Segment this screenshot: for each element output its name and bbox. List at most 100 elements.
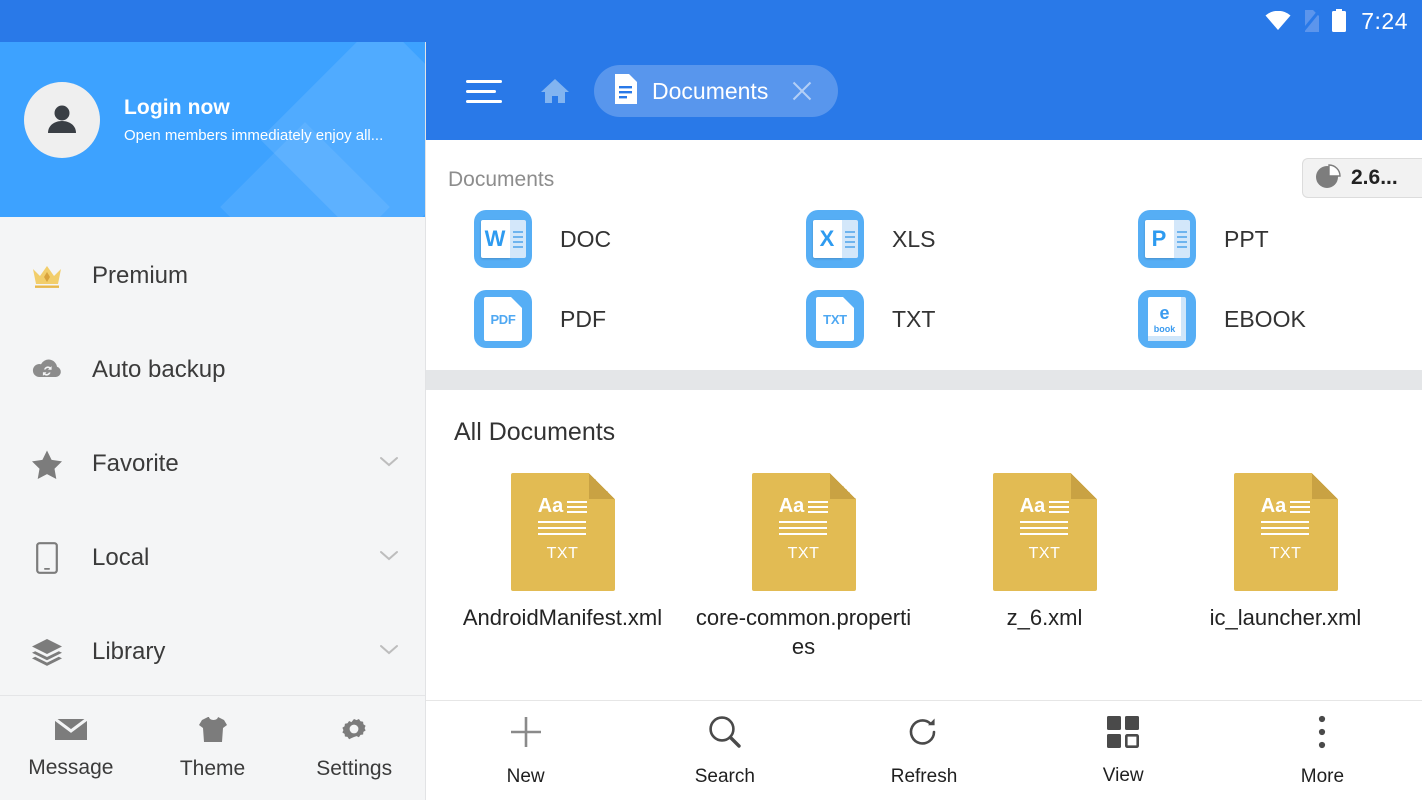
- drawer-menu-list: Premium Auto backup Favorite: [0, 217, 425, 699]
- pdf-icon: PDF: [474, 290, 532, 348]
- category-grid: W DOC X XLS P: [426, 192, 1422, 348]
- hamburger-icon[interactable]: [448, 80, 504, 103]
- txt-file-icon: Aa TXT: [511, 473, 615, 591]
- pie-chart-icon: [1315, 163, 1341, 194]
- tab-documents[interactable]: Documents: [594, 65, 838, 117]
- sidebar-item-label: Premium: [92, 262, 401, 290]
- search-icon: [707, 714, 743, 755]
- ebook-icon: e book: [1138, 290, 1196, 348]
- file-ext-label: TXT: [1270, 545, 1302, 563]
- storage-badge-text: 2.6...: [1351, 166, 1398, 190]
- all-documents-title: All Documents: [426, 390, 1422, 447]
- gear-icon: [340, 715, 368, 748]
- file-ext-label: TXT: [1029, 545, 1061, 563]
- list-item[interactable]: Aa TXT AndroidManifest.xml: [442, 473, 683, 661]
- toolbar-button-more[interactable]: More: [1223, 714, 1422, 788]
- toolbar-button-new[interactable]: New: [426, 714, 625, 788]
- category-item-ppt[interactable]: P PPT: [1090, 210, 1422, 268]
- category-item-ebook[interactable]: e book EBOOK: [1090, 290, 1422, 348]
- txt-file-icon: Aa TXT: [1234, 473, 1338, 591]
- category-item-xls[interactable]: X XLS: [758, 210, 1090, 268]
- home-icon[interactable]: [540, 77, 570, 105]
- star-icon: [28, 450, 66, 479]
- navigation-drawer: Login now Open members immediately enjoy…: [0, 42, 426, 800]
- sidebar-item-label: Favorite: [92, 450, 379, 478]
- category-label: DOC: [560, 226, 611, 253]
- document-categories-panel: Documents 2.6... W DOC: [426, 140, 1422, 370]
- toolbar-button-search[interactable]: Search: [625, 714, 824, 788]
- category-label: PDF: [560, 306, 606, 333]
- login-title: Login now: [124, 96, 383, 120]
- sidebar-item-premium[interactable]: Premium: [0, 229, 425, 323]
- tab-label: Documents: [652, 78, 768, 105]
- document-icon: [612, 74, 638, 109]
- file-name: core-common.properties: [695, 603, 913, 661]
- toolbar-button-refresh[interactable]: Refresh: [824, 714, 1023, 788]
- category-label: XLS: [892, 226, 935, 253]
- category-item-doc[interactable]: W DOC: [426, 210, 758, 268]
- login-subtitle: Open members immediately enjoy all...: [124, 127, 383, 144]
- txt-icon: TXT: [806, 290, 864, 348]
- no-sim-icon: [1301, 9, 1321, 33]
- status-bar: 7:24: [0, 0, 1422, 42]
- sidebar-item-label: Local: [92, 544, 379, 572]
- drawer-footer-bar: Message Theme Settings: [0, 695, 425, 800]
- powerpoint-icon: P: [1138, 210, 1196, 268]
- person-icon: [42, 100, 82, 140]
- footer-button-message[interactable]: Message: [0, 717, 142, 780]
- layers-icon: [28, 638, 66, 666]
- txt-file-icon: Aa TXT: [993, 473, 1097, 591]
- category-label: EBOOK: [1224, 306, 1306, 333]
- status-badge[interactable]: 2.6...: [1302, 158, 1422, 198]
- chevron-down-icon: [379, 549, 401, 567]
- footer-button-label: Settings: [316, 757, 392, 781]
- file-ext-label: TXT: [788, 545, 820, 563]
- file-name: z_6.xml: [936, 603, 1154, 632]
- chevron-down-icon: [379, 455, 401, 473]
- plus-icon: [508, 714, 544, 755]
- toolbar-button-label: More: [1301, 766, 1344, 788]
- sidebar-item-label: Auto backup: [92, 356, 401, 384]
- battery-icon: [1331, 9, 1347, 33]
- toolbar-button-label: New: [507, 766, 545, 788]
- avatar: [24, 82, 100, 158]
- footer-button-settings[interactable]: Settings: [283, 715, 425, 781]
- toolbar-button-label: View: [1103, 765, 1144, 787]
- footer-button-theme[interactable]: Theme: [142, 716, 284, 781]
- txt-file-icon: Aa TXT: [752, 473, 856, 591]
- drawer-header: Login now Open members immediately enjoy…: [0, 42, 425, 217]
- file-name: AndroidManifest.xml: [454, 603, 672, 632]
- file-name: ic_launcher.xml: [1177, 603, 1395, 632]
- sidebar-item-auto-backup[interactable]: Auto backup: [0, 323, 425, 417]
- grid-view-icon: [1106, 715, 1140, 754]
- toolbar-button-view[interactable]: View: [1024, 715, 1223, 787]
- chevron-down-icon: [379, 643, 401, 661]
- list-item[interactable]: Aa TXT ic_launcher.xml: [1165, 473, 1406, 661]
- wifi-icon: [1265, 11, 1291, 31]
- bottom-toolbar: New Search Refresh: [426, 700, 1422, 800]
- category-label: PPT: [1224, 226, 1269, 253]
- envelope-icon: [54, 717, 88, 747]
- refresh-icon: [906, 714, 942, 755]
- toolbar-button-label: Refresh: [891, 766, 958, 788]
- sidebar-item-library[interactable]: Library: [0, 605, 425, 699]
- app-topbar: Documents: [426, 42, 1422, 140]
- main-content: Documents Documents 2.6... W: [426, 42, 1422, 800]
- list-item[interactable]: Aa TXT core-common.properties: [683, 473, 924, 661]
- phone-icon: [28, 542, 66, 574]
- category-label: TXT: [892, 306, 935, 333]
- sidebar-item-favorite[interactable]: Favorite: [0, 417, 425, 511]
- sidebar-item-local[interactable]: Local: [0, 511, 425, 605]
- files-grid: Aa TXT AndroidManifest.xml Aa: [426, 447, 1422, 661]
- file-ext-label: TXT: [547, 545, 579, 563]
- tshirt-icon: [198, 716, 228, 748]
- status-clock: 7:24: [1361, 8, 1408, 35]
- close-icon[interactable]: [790, 79, 814, 103]
- category-item-txt[interactable]: TXT TXT: [758, 290, 1090, 348]
- list-item[interactable]: Aa TXT z_6.xml: [924, 473, 1165, 661]
- category-item-pdf[interactable]: PDF PDF: [426, 290, 758, 348]
- excel-icon: X: [806, 210, 864, 268]
- profile-login-row[interactable]: Login now Open members immediately enjoy…: [24, 82, 383, 158]
- word-icon: W: [474, 210, 532, 268]
- toolbar-button-label: Search: [695, 766, 755, 788]
